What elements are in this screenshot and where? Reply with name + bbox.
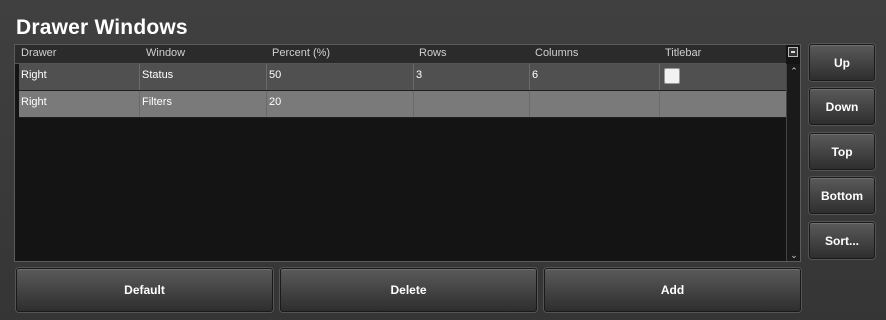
add-button[interactable]: Add [544,268,801,312]
cell-percent[interactable]: 20 [267,91,414,117]
drawer-windows-table: Drawer Window Percent (%) Rows Columns T… [14,44,801,262]
titlebar-checkbox[interactable] [664,68,680,84]
bottom-button[interactable]: Bottom [809,177,875,214]
scroll-up-icon[interactable]: ⌃ [788,66,800,76]
cell-rows[interactable] [414,91,530,117]
cell-window[interactable]: Filters [140,91,267,117]
table-header: Drawer Window Percent (%) Rows Columns T… [15,45,786,64]
up-button[interactable]: Up [809,44,875,81]
cell-columns[interactable]: 6 [530,64,660,90]
page-title: Drawer Windows [16,16,188,39]
column-header-titlebar[interactable]: Titlebar [665,47,701,59]
column-header-columns[interactable]: Columns [535,47,578,59]
cell-titlebar [660,64,786,90]
column-header-percent[interactable]: Percent (%) [272,47,330,59]
delete-button[interactable]: Delete [280,268,537,312]
cell-drawer[interactable]: Right [19,91,140,117]
vertical-scrollbar[interactable]: ⌃ ⌄ [786,64,800,261]
cell-percent[interactable]: 50 [267,64,414,90]
down-button[interactable]: Down [809,88,875,125]
column-header-rows[interactable]: Rows [419,47,447,59]
drawer-windows-panel: Drawer Windows Drawer Window Percent (%)… [0,0,886,320]
cell-rows[interactable]: 3 [414,64,530,90]
column-header-window[interactable]: Window [146,47,185,59]
cell-columns[interactable] [530,91,660,117]
cell-window[interactable]: Status [140,64,267,90]
table-row[interactable]: Right Status 50 3 6 [19,64,786,91]
cell-drawer[interactable]: Right [19,64,140,90]
cell-titlebar[interactable] [660,91,786,117]
column-chooser-icon[interactable] [788,47,798,57]
scroll-down-icon[interactable]: ⌄ [788,250,800,260]
top-button[interactable]: Top [809,133,875,170]
sort-button[interactable]: Sort... [809,222,875,259]
table-row[interactable]: Right Filters 20 [19,91,786,118]
default-button[interactable]: Default [16,268,273,312]
column-header-drawer[interactable]: Drawer [21,47,56,59]
